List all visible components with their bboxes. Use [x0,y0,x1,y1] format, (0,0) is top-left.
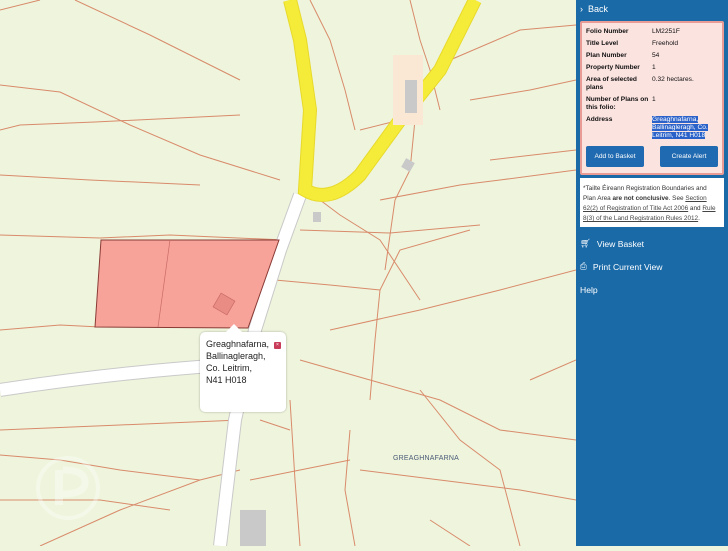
info-key: Number of Plans on this folio: [586,96,649,111]
info-value: Freehold [652,40,679,47]
back-label: Back [588,4,609,14]
info-value: LM2251F [652,28,680,35]
create-alert-button[interactable]: Create Alert [660,146,718,167]
address-value[interactable]: Greaghnafarna, Ballinagleragh, Co. Leitr… [652,116,708,139]
folio-info-card: Folio Number LM2251F Title Level Freehol… [580,21,724,175]
back-button[interactable]: › Back [576,0,728,18]
info-key: Property Number [586,64,640,71]
info-value: 1 [652,96,656,103]
view-basket-label: View Basket [596,238,645,249]
info-row: Property Number 1 [586,64,718,72]
info-value: 54 [652,52,660,59]
building [313,212,321,222]
add-to-basket-button[interactable]: Add to Basket [586,146,644,167]
info-key: Address [586,116,613,123]
action-buttons: Add to Basket Create Alert [586,146,718,167]
map-canvas[interactable] [0,0,577,547]
building [405,80,417,113]
popup-line: Ballinagleragh, [206,351,266,361]
townland-label: GREAGHNAFARNA [393,455,459,462]
notice-bold: are not conclusive [612,195,669,202]
printer-icon: ⎙ [580,261,587,271]
help-label: Help [580,284,598,295]
address-popup: Greaghnafarna, Ballinagleragh, Co. Leitr… [200,324,286,412]
popup-line: N41 H018 [206,375,247,385]
chevron-left-icon: › [580,4,583,14]
print-current-view-link[interactable]: ⎙ Print Current View [576,255,728,278]
disclaimer-notice: *Tailte Éireann Registration Boundaries … [580,178,724,227]
view-basket-link[interactable]: 🛒︎ View Basket [576,232,728,255]
info-key: Folio Number [586,28,629,35]
selected-property-parcel[interactable] [94,239,280,329]
info-row: Area of selected plans 0.32 hectares. [586,76,718,92]
notice-text: . See [668,195,686,202]
info-value: 0.32 hectares. [652,76,694,83]
popup-line: Co. Leitrim, [206,363,253,373]
info-row: Plan Number 54 [586,52,718,60]
map-view[interactable]: Greaghnafarna, Ballinagleragh, Co. Leitr… [0,0,577,547]
info-key: Area of selected plans [586,76,637,91]
info-row-address: Address Greaghnafarna, Ballinagleragh, C… [586,116,718,140]
info-panel: › Back Folio Number LM2251F Title Level … [576,0,728,546]
cart-icon: 🛒︎ [580,238,591,248]
help-link[interactable]: Help [576,278,728,301]
building [240,510,266,546]
info-row: Folio Number LM2251F [586,28,718,36]
info-row: Title Level Freehold [586,40,718,48]
info-key: Title Level [586,40,619,47]
close-popup-icon[interactable]: × [274,342,281,349]
info-key: Plan Number [586,52,627,59]
notice-text: . [698,215,700,222]
notice-text: and [688,205,703,212]
print-label: Print Current View [592,261,663,272]
info-row: Number of Plans on this folio: 1 [586,96,718,112]
info-value: 1 [652,64,656,71]
info-value: Greaghnafarna, Ballinagleragh, Co. Leitr… [652,116,718,140]
